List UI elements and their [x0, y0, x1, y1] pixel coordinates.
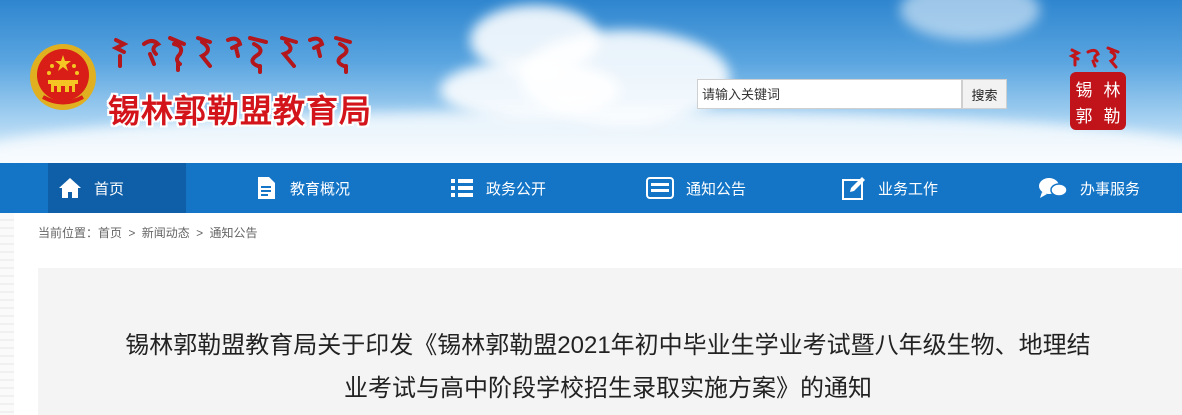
nav-item-government-affairs[interactable]: 政务公开: [450, 163, 546, 213]
seal-char-3: 郭: [1076, 107, 1093, 127]
breadcrumb-prefix: 当前位置：: [38, 226, 99, 240]
nav-label: 办事服务: [1080, 179, 1141, 198]
seal-char-4: 勒: [1104, 107, 1121, 127]
notice-card-icon: [646, 177, 674, 199]
nav-item-notices[interactable]: 通知公告: [646, 163, 746, 213]
breadcrumb-news-link[interactable]: 新闻动态: [142, 226, 190, 240]
search-button[interactable]: 搜索: [962, 79, 1007, 109]
article-panel: 锡林郭勒盟教育局关于印发《锡林郭勒盟2021年初中毕业生学业考试暨八年级生物、地…: [38, 268, 1182, 415]
main-nav: 首页 教育概况 政务公开 通知公告 业务工作 办事服务: [0, 163, 1182, 213]
nav-item-home[interactable]: 首页: [48, 163, 186, 213]
side-pattern: [0, 213, 14, 415]
cloud: [900, 0, 1040, 40]
nav-label: 首页: [94, 179, 125, 198]
chat-icon: [1039, 178, 1068, 198]
seal-char-2: 林: [1104, 81, 1121, 101]
nav-label: 政务公开: [486, 179, 547, 198]
nav-label: 教育概况: [290, 179, 351, 198]
document-icon: [258, 177, 275, 199]
home-icon: [59, 178, 81, 198]
breadcrumb: 当前位置：首页 > 新闻动态 > 通知公告: [38, 224, 257, 241]
article-title-line-1: 锡林郭勒盟教育局关于印发《锡林郭勒盟2021年初中毕业生学业考试暨八年级生物、地…: [125, 332, 1091, 359]
breadcrumb-notices-link[interactable]: 通知公告: [209, 226, 257, 240]
seal-char-1: 锡: [1076, 81, 1093, 101]
nav-item-services[interactable]: 办事服务: [1038, 163, 1140, 213]
mongolian-script-logo: [111, 36, 352, 74]
search-input[interactable]: [697, 79, 962, 109]
national-emblem-icon: [30, 44, 96, 110]
edit-icon: [842, 177, 865, 200]
site-title: 锡林郭勒盟教育局: [108, 92, 373, 130]
nav-item-education-overview[interactable]: 教育概况: [254, 163, 350, 213]
nav-label: 业务工作: [878, 179, 939, 198]
breadcrumb-separator: >: [196, 226, 204, 240]
list-icon: [451, 179, 473, 197]
nav-item-business-work[interactable]: 业务工作: [842, 163, 938, 213]
article-title: 锡林郭勒盟教育局关于印发《锡林郭勒盟2021年初中毕业生学业考试暨八年级生物、地…: [38, 324, 1178, 410]
breadcrumb-separator: >: [128, 226, 136, 240]
site-header: 锡林郭勒盟教育局 搜索 锡 林 郭 勒: [0, 0, 1182, 163]
nav-label: 通知公告: [686, 179, 747, 198]
breadcrumb-home-link[interactable]: 首页: [98, 226, 122, 240]
article-title-line-2: 业考试与高中阶段学校招生录取实施方案》的通知: [344, 375, 872, 402]
xilingol-seal-logo: 锡 林 郭 勒: [1068, 46, 1126, 130]
